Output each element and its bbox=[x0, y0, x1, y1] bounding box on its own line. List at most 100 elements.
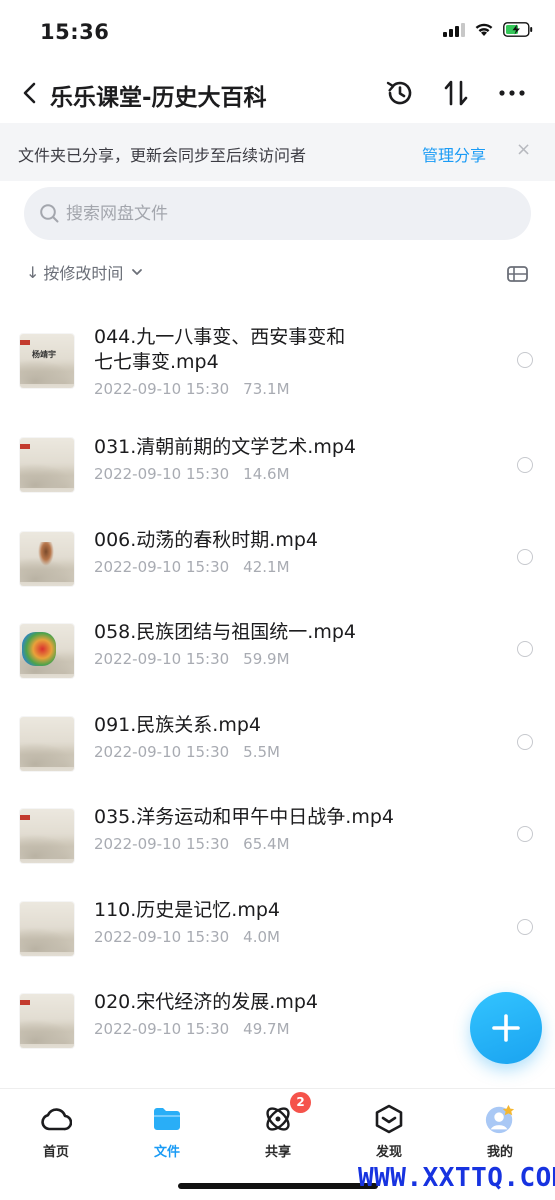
video-thumbnail bbox=[20, 437, 74, 492]
file-meta: 2022-09-10 15:30 5.5M bbox=[94, 743, 280, 761]
tab-mine[interactable]: 我的 bbox=[460, 1097, 540, 1160]
select-radio[interactable] bbox=[517, 641, 533, 657]
select-radio[interactable] bbox=[517, 352, 533, 368]
orbit-icon bbox=[262, 1103, 294, 1135]
signal-icon bbox=[443, 22, 465, 37]
share-banner: 文件夹已分享，更新会同步至后续访问者 管理分享 × bbox=[0, 123, 555, 181]
chevron-down-icon bbox=[132, 269, 143, 275]
file-row[interactable]: 110.历史是记忆.mp4 2022-09-10 15:30 4.0M bbox=[0, 868, 555, 961]
cloud-icon bbox=[40, 1103, 72, 1135]
search-icon bbox=[40, 204, 59, 223]
file-name-line2: 七七事变.mp4 bbox=[94, 351, 219, 373]
share-badge: 2 bbox=[290, 1092, 311, 1113]
file-row[interactable]: 031.清朝前期的文学艺术.mp4 2022-09-10 15:30 14.6M bbox=[0, 405, 555, 498]
banner-close-icon[interactable]: × bbox=[516, 139, 531, 160]
file-meta: 2022-09-10 15:30 4.0M bbox=[94, 928, 280, 946]
home-indicator bbox=[178, 1183, 378, 1189]
file-name: 058.民族团结与祖国统一.mp4 bbox=[94, 621, 357, 643]
tab-label: 发现 bbox=[375, 1145, 402, 1160]
video-thumbnail bbox=[20, 716, 74, 771]
select-radio[interactable] bbox=[517, 733, 533, 750]
status-icons bbox=[443, 22, 533, 37]
select-radio[interactable] bbox=[517, 456, 533, 473]
file-meta: 2022-09-10 15:30 65.4M bbox=[94, 835, 290, 853]
wifi-icon bbox=[475, 23, 493, 36]
file-date: 2022-09-10 15:30 bbox=[94, 650, 230, 668]
status-time: 15:36 bbox=[40, 20, 110, 44]
file-meta: 2022-09-10 15:30 59.9M bbox=[94, 650, 290, 668]
file-row[interactable]: 091.民族关系.mp4 2022-09-10 15:30 5.5M bbox=[0, 683, 555, 776]
file-row[interactable]: 006.动荡的春秋时期.mp4 2022-09-10 15:30 42.1M bbox=[0, 498, 555, 591]
sort-selector[interactable]: ↓ 按修改时间 bbox=[26, 260, 143, 284]
video-thumbnail bbox=[20, 809, 74, 863]
select-radio[interactable] bbox=[517, 918, 533, 935]
search-input[interactable] bbox=[66, 187, 506, 240]
file-row[interactable]: 058.民族团结与祖国统一.mp4 2022-09-10 15:30 59.9M bbox=[0, 590, 555, 683]
file-size: 73.1M bbox=[243, 380, 290, 398]
file-size: 14.6M bbox=[243, 464, 290, 483]
file-name: 006.动荡的春秋时期.mp4 bbox=[94, 528, 319, 551]
view-mode-icon[interactable] bbox=[507, 266, 528, 282]
file-meta: 2022-09-10 15:30 14.6M bbox=[94, 465, 290, 483]
add-button[interactable] bbox=[470, 992, 542, 1064]
file-row[interactable]: 035.洋务运动和甲午中日战争.mp4 2022-09-10 15:30 65.4… bbox=[0, 775, 555, 868]
sort-label: 按修改时间 bbox=[43, 264, 124, 283]
file-size: 5.5M bbox=[243, 742, 280, 761]
plus-icon bbox=[492, 1014, 520, 1042]
search-bar[interactable] bbox=[24, 187, 531, 240]
header: 乐乐课堂-历史大百科 bbox=[0, 66, 555, 122]
tab-label: 我的 bbox=[486, 1145, 513, 1160]
thumbnail-caption: 杨靖宇 bbox=[32, 350, 56, 359]
file-size: 59.9M bbox=[243, 650, 290, 668]
file-date: 2022-09-10 15:30 bbox=[94, 1020, 230, 1038]
tab-discover[interactable]: 发现 bbox=[349, 1097, 429, 1160]
manage-share-link[interactable]: 管理分享 bbox=[422, 142, 486, 166]
file-date: 2022-09-10 15:30 bbox=[94, 380, 230, 398]
sort-toggle-button[interactable] bbox=[439, 76, 473, 110]
tab-label: 文件 bbox=[153, 1145, 180, 1160]
video-thumbnail bbox=[20, 901, 74, 956]
file-size: 49.7M bbox=[243, 1020, 290, 1038]
page-title: 乐乐课堂-历史大百科 bbox=[50, 85, 267, 111]
file-size: 4.0M bbox=[243, 927, 280, 946]
select-radio[interactable] bbox=[517, 826, 533, 842]
avatar-icon bbox=[484, 1103, 516, 1135]
tab-home[interactable]: 首页 bbox=[16, 1097, 96, 1160]
status-bar: 15:36 bbox=[0, 0, 555, 66]
select-radio[interactable] bbox=[517, 548, 533, 565]
sort-direction-icon: ↓ bbox=[26, 262, 40, 282]
file-date: 2022-09-10 15:30 bbox=[94, 927, 230, 946]
video-thumbnail: 杨靖宇 bbox=[20, 334, 74, 388]
video-thumbnail bbox=[20, 994, 74, 1048]
file-size: 65.4M bbox=[243, 835, 290, 853]
file-name: 110.历史是记忆.mp4 bbox=[94, 898, 281, 921]
file-name: 031.清朝前期的文学艺术.mp4 bbox=[94, 435, 357, 458]
file-date: 2022-09-10 15:30 bbox=[94, 742, 230, 761]
folder-icon bbox=[151, 1103, 183, 1135]
battery-charging-icon bbox=[503, 22, 533, 37]
video-thumbnail bbox=[20, 624, 74, 678]
more-dots-icon bbox=[499, 90, 525, 96]
more-button[interactable] bbox=[495, 76, 529, 110]
file-date: 2022-09-10 15:30 bbox=[94, 835, 230, 853]
file-size: 42.1M bbox=[243, 557, 290, 576]
file-row[interactable]: 杨靖宇 044.九一八事变、西安事变和 七七事变.mp4 2022-09-10 … bbox=[0, 312, 555, 405]
history-icon bbox=[386, 81, 412, 105]
tab-label: 共享 bbox=[264, 1145, 291, 1160]
share-banner-text: 文件夹已分享，更新会同步至后续访问者 bbox=[18, 146, 307, 165]
file-name: 020.宋代经济的发展.mp4 bbox=[94, 991, 319, 1013]
cube-icon bbox=[373, 1103, 405, 1135]
history-button[interactable] bbox=[383, 76, 417, 110]
sort-arrows-icon bbox=[444, 80, 468, 106]
file-meta: 2022-09-10 15:30 42.1M bbox=[94, 558, 290, 576]
file-list: 杨靖宇 044.九一八事变、西安事变和 七七事变.mp4 2022-09-10 … bbox=[0, 312, 555, 1053]
chevron-left-icon bbox=[23, 82, 36, 104]
tab-files[interactable]: 文件 bbox=[127, 1097, 207, 1160]
file-date: 2022-09-10 15:30 bbox=[94, 557, 230, 576]
back-button[interactable] bbox=[14, 76, 44, 110]
file-name: 035.洋务运动和甲午中日战争.mp4 bbox=[94, 806, 395, 828]
watermark: WWW.XXTTQ.COM bbox=[358, 1163, 555, 1193]
video-thumbnail bbox=[20, 531, 74, 586]
file-date: 2022-09-10 15:30 bbox=[94, 464, 230, 483]
file-name: 044.九一八事变、西安事变和 bbox=[94, 326, 346, 348]
